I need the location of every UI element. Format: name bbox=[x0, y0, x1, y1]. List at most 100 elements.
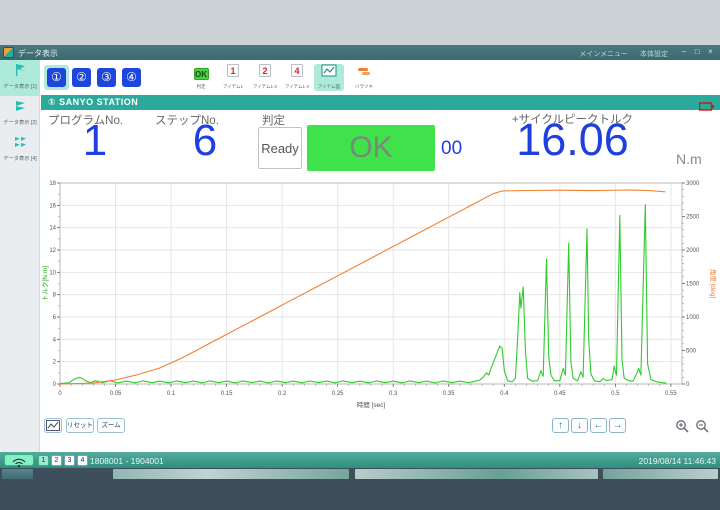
svg-text:0.55: 0.55 bbox=[665, 391, 677, 397]
station-button-2[interactable]: ② bbox=[72, 68, 91, 87]
tool-item-graph[interactable]: アイテム図 bbox=[314, 64, 344, 91]
screen: データ表示 メインメニュー 本体設定 – □ × データ表示 [1] bbox=[0, 0, 720, 510]
status-tab-2[interactable]: 2 bbox=[51, 455, 62, 466]
sidebar-item-data-view-4[interactable]: データ表示 [4] bbox=[0, 132, 40, 168]
data-view-icon bbox=[14, 99, 27, 113]
station-title: ① SANYO STATION bbox=[48, 97, 138, 108]
titlebar: データ表示 メインメニュー 本体設定 – □ × bbox=[0, 45, 720, 60]
svg-text:16: 16 bbox=[49, 203, 56, 209]
app-window: データ表示 メインメニュー 本体設定 – □ × データ表示 [1] bbox=[0, 45, 720, 468]
judge-label: 判定 bbox=[262, 112, 285, 128]
judge-result-box: OK bbox=[307, 125, 435, 171]
scatter-icon bbox=[357, 64, 372, 76]
tool-item-1-2[interactable]: 2 アイテム1-2 bbox=[250, 64, 280, 90]
sidebar-item-label: データ表示 [1] bbox=[1, 82, 39, 90]
svg-text:2: 2 bbox=[53, 360, 57, 366]
status-bar: 1 2 3 4 1808001 - 1904001 2019/08/14 11:… bbox=[0, 452, 720, 468]
svg-text:8: 8 bbox=[53, 293, 57, 299]
data-view-icon bbox=[14, 135, 27, 149]
minimize-button[interactable]: – bbox=[679, 47, 690, 56]
zoom-out-icon[interactable] bbox=[694, 419, 711, 433]
svg-text:0.4: 0.4 bbox=[500, 391, 509, 397]
svg-text:6: 6 bbox=[53, 315, 57, 321]
svg-text:トルク[N.m]: トルク[N.m] bbox=[41, 266, 49, 301]
sidebar-item-data-view-2[interactable]: データ表示 [2] bbox=[0, 96, 40, 132]
desktop-thumbnail bbox=[2, 469, 33, 479]
chart-canvas: 00.050.10.150.20.250.30.350.40.450.50.55… bbox=[40, 178, 718, 414]
toolbar: ① ② ③ ④ OK 判定 1 アイテム1 2 アイテム1-2 4 アイテム1-… bbox=[41, 60, 720, 94]
svg-text:14: 14 bbox=[49, 226, 56, 232]
svg-text:10: 10 bbox=[49, 270, 56, 276]
status-tab-3[interactable]: 3 bbox=[64, 455, 75, 466]
station-button-3[interactable]: ③ bbox=[97, 68, 116, 87]
close-button[interactable]: × bbox=[705, 47, 716, 56]
svg-text:0: 0 bbox=[686, 382, 690, 388]
status-tab-1[interactable]: 1 bbox=[38, 455, 49, 466]
tool-judge[interactable]: OK 判定 bbox=[186, 64, 216, 90]
sidebar: データ表示 [1] データ表示 [2] データ表示 [4] bbox=[0, 60, 40, 452]
torque-angle-chart: 00.050.10.150.20.250.30.350.40.450.50.55… bbox=[40, 178, 718, 414]
graph-mode-button[interactable] bbox=[44, 418, 62, 433]
svg-text:2000: 2000 bbox=[686, 248, 700, 254]
program-no-value: 1 bbox=[50, 119, 140, 163]
status-tab-4[interactable]: 4 bbox=[77, 455, 88, 466]
step-no-value: 6 bbox=[160, 119, 250, 163]
svg-text:500: 500 bbox=[686, 349, 697, 355]
zoom-in-icon[interactable] bbox=[674, 419, 691, 433]
judge-ok-icon: OK bbox=[194, 68, 209, 80]
svg-text:時間 [sec]: 時間 [sec] bbox=[357, 401, 386, 409]
svg-text:0.1: 0.1 bbox=[167, 391, 176, 397]
wifi-button[interactable] bbox=[4, 454, 34, 466]
svg-text:1000: 1000 bbox=[686, 315, 700, 321]
station-bar: ① SANYO STATION bbox=[41, 95, 720, 110]
sidebar-item-data-view-1[interactable]: データ表示 [1] bbox=[0, 60, 40, 96]
tool-item-1-4[interactable]: 4 アイテム1-4 bbox=[282, 64, 312, 90]
svg-text:12: 12 bbox=[49, 248, 56, 254]
tool-scatter[interactable]: バラツキ bbox=[349, 64, 379, 90]
menu-settings[interactable]: 本体設定 bbox=[640, 51, 668, 58]
svg-text:0.15: 0.15 bbox=[221, 391, 233, 397]
window-title: データ表示 bbox=[18, 48, 58, 59]
reset-button[interactable]: リセット bbox=[66, 418, 94, 433]
desktop-thumbnail bbox=[113, 469, 349, 479]
document-icon: 2 bbox=[259, 64, 271, 77]
data-view-icon bbox=[14, 63, 27, 77]
document-icon: 4 bbox=[291, 64, 303, 77]
desktop-thumbnail bbox=[355, 469, 598, 479]
zoom-button[interactable]: ズーム bbox=[97, 418, 125, 433]
arrow-down-button[interactable]: ↓ bbox=[571, 418, 588, 433]
ready-status: Ready bbox=[258, 127, 302, 169]
tool-item-1[interactable]: 1 アイテム1 bbox=[218, 64, 248, 90]
svg-text:4: 4 bbox=[53, 337, 57, 343]
svg-text:0.35: 0.35 bbox=[443, 391, 455, 397]
svg-text:2500: 2500 bbox=[686, 215, 700, 221]
battery-icon bbox=[699, 98, 714, 116]
arrow-right-button[interactable]: → bbox=[609, 418, 626, 433]
wifi-icon bbox=[11, 457, 27, 468]
svg-text:0.45: 0.45 bbox=[554, 391, 566, 397]
desktop-thumbnail bbox=[603, 469, 718, 479]
datetime: 2019/08/14 11:46:43 bbox=[639, 456, 716, 466]
svg-text:0: 0 bbox=[58, 391, 62, 397]
station-button-1[interactable]: ① bbox=[47, 68, 66, 87]
torque-value: 16.06 bbox=[475, 117, 670, 162]
svg-text:18: 18 bbox=[49, 181, 56, 187]
station-button-4[interactable]: ④ bbox=[122, 68, 141, 87]
judge-code: 00 bbox=[441, 138, 462, 160]
arrow-up-button[interactable]: ↑ bbox=[552, 418, 569, 433]
data-range: 1808001 - 1904001 bbox=[90, 456, 164, 466]
svg-text:角度 [deg]: 角度 [deg] bbox=[709, 269, 718, 298]
svg-text:0.25: 0.25 bbox=[332, 391, 344, 397]
svg-text:0.2: 0.2 bbox=[278, 391, 287, 397]
document-icon: 1 bbox=[227, 64, 239, 77]
torque-unit: N.m bbox=[676, 151, 702, 167]
arrow-left-button[interactable]: ← bbox=[590, 418, 607, 433]
svg-text:3000: 3000 bbox=[686, 181, 700, 187]
app-icon bbox=[3, 47, 14, 58]
line-chart-icon bbox=[321, 64, 337, 77]
sidebar-item-label: データ表示 [2] bbox=[1, 118, 39, 126]
menu-main-menu[interactable]: メインメニュー bbox=[579, 51, 628, 58]
svg-text:0.05: 0.05 bbox=[110, 391, 122, 397]
svg-text:0: 0 bbox=[53, 382, 57, 388]
maximize-button[interactable]: □ bbox=[692, 47, 703, 56]
